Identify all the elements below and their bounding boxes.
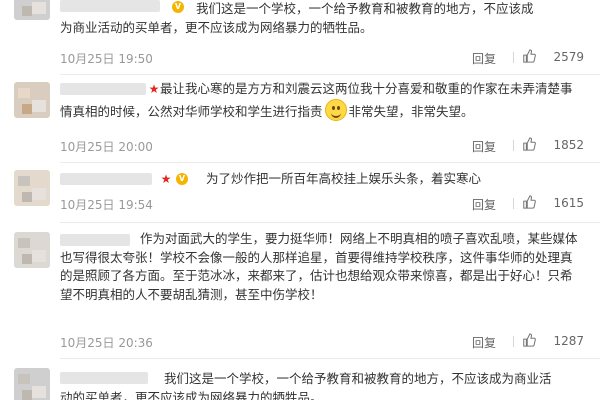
- divider: [60, 358, 600, 359]
- comment-item-4: 作为对面武大的学生，要力挺华师！网络上不明真相的喷子喜欢乱喷，某些媒体也写得很太…: [0, 226, 600, 354]
- divider: [60, 74, 600, 75]
- comment-time: 10月25日 19:54: [60, 198, 153, 212]
- thumbs-up-icon[interactable]: [522, 49, 536, 63]
- comment-text: 作为对面武大的学生，要力挺华师！网络上不明真相的喷子喜欢乱喷，某些媒体也写得很太…: [60, 231, 578, 302]
- comment-item-5: 我们这是一个学校，一个给予教育和被教育的地方，不应该成为商业活 动的买单者，更不…: [0, 362, 600, 400]
- separator: [513, 52, 514, 63]
- reply-button[interactable]: 回复: [472, 196, 496, 213]
- avatar[interactable]: [14, 82, 50, 118]
- comment-item-2: ★ 最让我心寒的是方方和刘震云这两位我十分喜爱和敬重的作家在未弄清楚事情真相的时…: [0, 78, 600, 158]
- divider: [60, 222, 600, 223]
- avatar[interactable]: [14, 368, 50, 400]
- comment-text: 为了炒作把一所百年高校挂上娱乐头条，着实寒心: [206, 171, 482, 186]
- comment-time: 10月25日 20:00: [60, 140, 153, 154]
- like-count: 1852: [553, 138, 584, 152]
- comment-time: 10月25日 19:50: [60, 52, 153, 66]
- avatar[interactable]: [14, 232, 50, 268]
- reply-button[interactable]: 回复: [472, 50, 496, 67]
- like-count: 1615: [553, 196, 584, 210]
- reply-button[interactable]: 回复: [472, 334, 496, 351]
- comment-text: 我们这是一个学校，一个给予教育和被教育的地方，不应该成 为商业活动的买单者，更不…: [60, 1, 534, 35]
- comment-item-1: V 我们这是一个学校，一个给予教育和被教育的地方，不应该成 为商业活动的买单者，…: [0, 0, 600, 66]
- divider: [60, 162, 600, 163]
- comment-text: 我们这是一个学校，一个给予教育和被教育的地方，不应该成为商业活 动的买单者，更不…: [60, 371, 552, 400]
- thumbs-up-icon[interactable]: [522, 333, 536, 347]
- separator: [513, 198, 514, 209]
- avatar[interactable]: [14, 0, 50, 20]
- avatar[interactable]: [14, 170, 50, 206]
- comment-time: 10月25日 20:36: [60, 336, 153, 350]
- separator: [513, 336, 514, 347]
- reply-button[interactable]: 回复: [472, 138, 496, 155]
- thumbs-up-icon[interactable]: [522, 137, 536, 151]
- thumbs-up-icon[interactable]: [522, 195, 536, 209]
- comment-text: 最让我心寒的是方方和刘震云这两位我十分喜爱和敬重的作家在未弄清楚事情真相的时候，…: [60, 81, 573, 121]
- like-count: 1287: [553, 334, 584, 348]
- smiley-emoji-icon: [324, 98, 347, 121]
- like-count: 2579: [553, 50, 584, 64]
- separator: [513, 140, 514, 151]
- comment-item-3: ★ V 为了炒作把一所百年高校挂上娱乐头条，着实寒心 10月25日 19:54 …: [0, 166, 600, 220]
